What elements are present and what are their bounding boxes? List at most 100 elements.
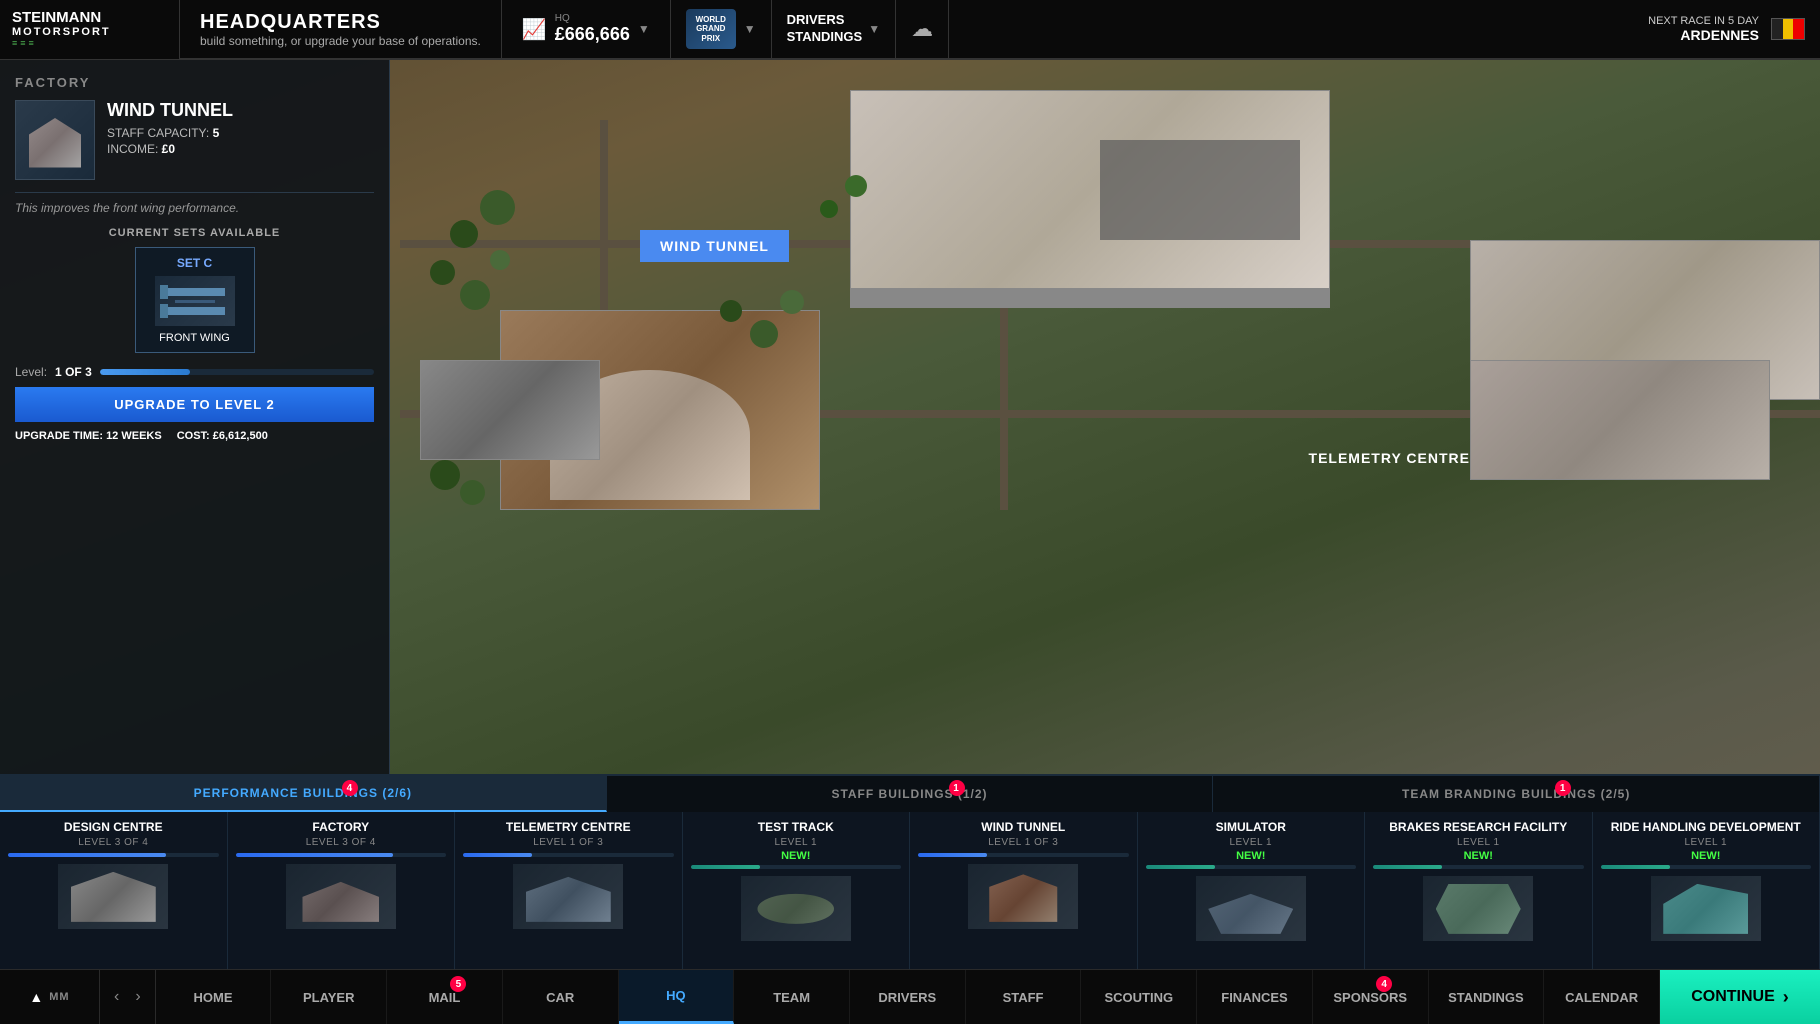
nav-item-staff[interactable]: Staff xyxy=(966,970,1082,1024)
sets-title: CURRENT SETS AVAILABLE xyxy=(15,227,374,239)
building-bar-factory xyxy=(236,853,447,857)
building-icon-shape xyxy=(23,113,88,168)
upgrade-button[interactable]: UPGRADE TO LEVEL 2 xyxy=(15,387,374,422)
building-card-telemetry[interactable]: Telemetry Centre LEVEL 1 OF 3 xyxy=(455,812,683,969)
building-shape-design xyxy=(71,872,156,922)
nav-item-home[interactable]: Home xyxy=(156,970,272,1024)
chevron-down-icon-drivers[interactable]: ▼ xyxy=(868,22,880,36)
nav-item-car[interactable]: Car xyxy=(503,970,619,1024)
building-shape-windtunnel xyxy=(981,872,1066,922)
hq-chart-icon: 📈 xyxy=(522,17,547,42)
wing-connector xyxy=(175,300,215,303)
mail-badge: 5 xyxy=(450,976,466,992)
building-stats: STAFF CAPACITY: 5 INCOME: £0 xyxy=(107,126,233,156)
flag-belgium xyxy=(1771,18,1805,40)
chevron-down-icon-world[interactable]: ▼ xyxy=(744,22,756,36)
building-level-simulator: LEVEL 1 xyxy=(1229,837,1272,848)
wing-shape-top xyxy=(165,288,225,296)
next-race-text: NEXT RACE IN 5 DAY xyxy=(1648,15,1759,27)
building-bar-fill-testtrack xyxy=(691,865,760,869)
world-area[interactable]: WORLDGRANDPRIX ▼ xyxy=(671,0,772,58)
set-card[interactable]: SET C FRONT WING xyxy=(135,247,255,353)
building-new-brakes: NEW! xyxy=(1464,850,1493,862)
building-card-wind-tunnel[interactable]: Wind Tunnel LEVEL 1 OF 3 xyxy=(910,812,1138,969)
building-name-telemetry: Telemetry Centre xyxy=(506,820,631,834)
hq-label: HQ xyxy=(555,13,630,24)
building-card-brakes[interactable]: Brakes Research Facility LEVEL 1 NEW! xyxy=(1365,812,1593,969)
nav-item-scouting[interactable]: Scouting xyxy=(1081,970,1197,1024)
income-val: £0 xyxy=(162,142,175,156)
building-shape-ride xyxy=(1663,884,1748,934)
building-shape-telemetry xyxy=(526,872,611,922)
nav-prev-arrow[interactable]: ‹ xyxy=(108,984,125,1010)
nav-item-sponsors[interactable]: Sponsors 4 xyxy=(1313,970,1429,1024)
continue-button[interactable]: Continue › xyxy=(1660,970,1820,1024)
logo-sub: ≡≡≡ xyxy=(12,38,111,48)
chevron-down-icon[interactable]: ▼ xyxy=(638,22,650,36)
factory-label: FACTORY xyxy=(15,75,374,90)
building-bar-windtunnel xyxy=(918,853,1129,857)
building-shape-brakes xyxy=(1436,884,1521,934)
drivers-standings-area[interactable]: DRIVERS STANDINGS ▼ xyxy=(772,0,897,58)
buildings-list: Design Centre LEVEL 3 OF 4 Factory LEVEL… xyxy=(0,812,1820,969)
building-bar-ride xyxy=(1601,865,1812,869)
building-img-design xyxy=(58,864,168,929)
building-card-factory[interactable]: Factory LEVEL 3 OF 4 xyxy=(228,812,456,969)
continue-arrow-icon: › xyxy=(1783,987,1789,1008)
tab-performance-buildings[interactable]: PERFORMANCE BUILDINGS (2/6) 4 xyxy=(0,776,607,812)
set-card-title: SET C xyxy=(144,256,246,270)
building-new-ride: NEW! xyxy=(1691,850,1720,862)
wind-tunnel-map-label[interactable]: WIND TUNNEL xyxy=(640,230,789,262)
building-name-design: Design Centre xyxy=(64,820,163,834)
building-name-testtrack: Test Track xyxy=(758,820,834,834)
hq-title: HEADQUARTERS xyxy=(200,11,481,34)
building-card-ride-handling[interactable]: Ride Handling Development LEVEL 1 NEW! xyxy=(1593,812,1820,969)
buildings-bar: PERFORMANCE BUILDINGS (2/6) 4 STAFF BUIL… xyxy=(0,774,1820,969)
nav-next-arrow[interactable]: › xyxy=(129,984,146,1010)
cloud-icon: ☁ xyxy=(911,16,933,42)
nav-item-drivers[interactable]: Drivers xyxy=(850,970,966,1024)
hq-title-area: HEADQUARTERS build something, or upgrade… xyxy=(180,0,502,58)
nav-item-mail[interactable]: Mail 5 xyxy=(387,970,503,1024)
building-level-brakes: LEVEL 1 xyxy=(1457,837,1500,848)
building-name-windtunnel: Wind Tunnel xyxy=(981,820,1065,834)
hq-subtitle: build something, or upgrade your base of… xyxy=(200,34,481,48)
wing-shape-bottom xyxy=(165,307,225,315)
buildings-tabs: PERFORMANCE BUILDINGS (2/6) 4 STAFF BUIL… xyxy=(0,776,1820,812)
nav-item-calendar[interactable]: Calendar xyxy=(1544,970,1660,1024)
staff-capacity-line: STAFF CAPACITY: 5 xyxy=(107,126,233,140)
logo-area: STEINMANN MOTORSPORT ≡≡≡ xyxy=(0,0,180,59)
building-img-factory xyxy=(286,864,396,929)
building-card-simulator[interactable]: Simulator LEVEL 1 NEW! xyxy=(1138,812,1366,969)
building-img-brakes xyxy=(1423,876,1533,941)
building-bar-brakes xyxy=(1373,865,1584,869)
building-level-ride: LEVEL 1 xyxy=(1684,837,1727,848)
nav-item-hq[interactable]: HQ xyxy=(619,970,735,1024)
nav-item-player[interactable]: Player xyxy=(271,970,387,1024)
building-shape-simulator xyxy=(1208,884,1293,934)
tab-branding-buildings[interactable]: TEAM BRANDING BUILDINGS (2/5) 1 xyxy=(1213,776,1820,812)
building-name-brakes: Brakes Research Facility xyxy=(1389,820,1567,834)
income-line: INCOME: £0 xyxy=(107,142,233,156)
building-bar-simulator xyxy=(1146,865,1357,869)
staff-capacity-val: 5 xyxy=(213,126,220,140)
hq-money-area[interactable]: 📈 HQ £666,666 ▼ xyxy=(502,0,671,58)
building-level-windtunnel: LEVEL 1 OF 3 xyxy=(988,837,1058,848)
tab-staff-buildings[interactable]: STAFF BUILDINGS (1/2) 1 xyxy=(607,776,1214,812)
nav-item-finances[interactable]: Finances xyxy=(1197,970,1313,1024)
telemetry-map-label[interactable]: TELEMETRY CENTRE xyxy=(1309,450,1470,466)
world-icon: WORLDGRANDPRIX xyxy=(686,9,736,49)
nav-item-standings[interactable]: Standings xyxy=(1429,970,1545,1024)
building-title: WIND TUNNEL xyxy=(107,100,233,121)
upgrade-cost: COST: £6,612,500 xyxy=(177,430,268,442)
level-bar xyxy=(100,369,374,375)
performance-badge: 4 xyxy=(342,780,358,796)
building-header: WIND TUNNEL STAFF CAPACITY: 5 INCOME: £0 xyxy=(15,100,374,180)
building-card-test-track[interactable]: Test Track LEVEL 1 NEW! xyxy=(683,812,911,969)
building-card-design-centre[interactable]: Design Centre LEVEL 3 OF 4 xyxy=(0,812,228,969)
next-race-area: NEXT RACE IN 5 DAY ARDENNES xyxy=(1633,15,1820,43)
level-value: 1 OF 3 xyxy=(55,365,92,379)
building-name-factory: Factory xyxy=(312,820,369,834)
hq-money-value: £666,666 xyxy=(555,24,630,45)
nav-item-team[interactable]: Team xyxy=(734,970,850,1024)
